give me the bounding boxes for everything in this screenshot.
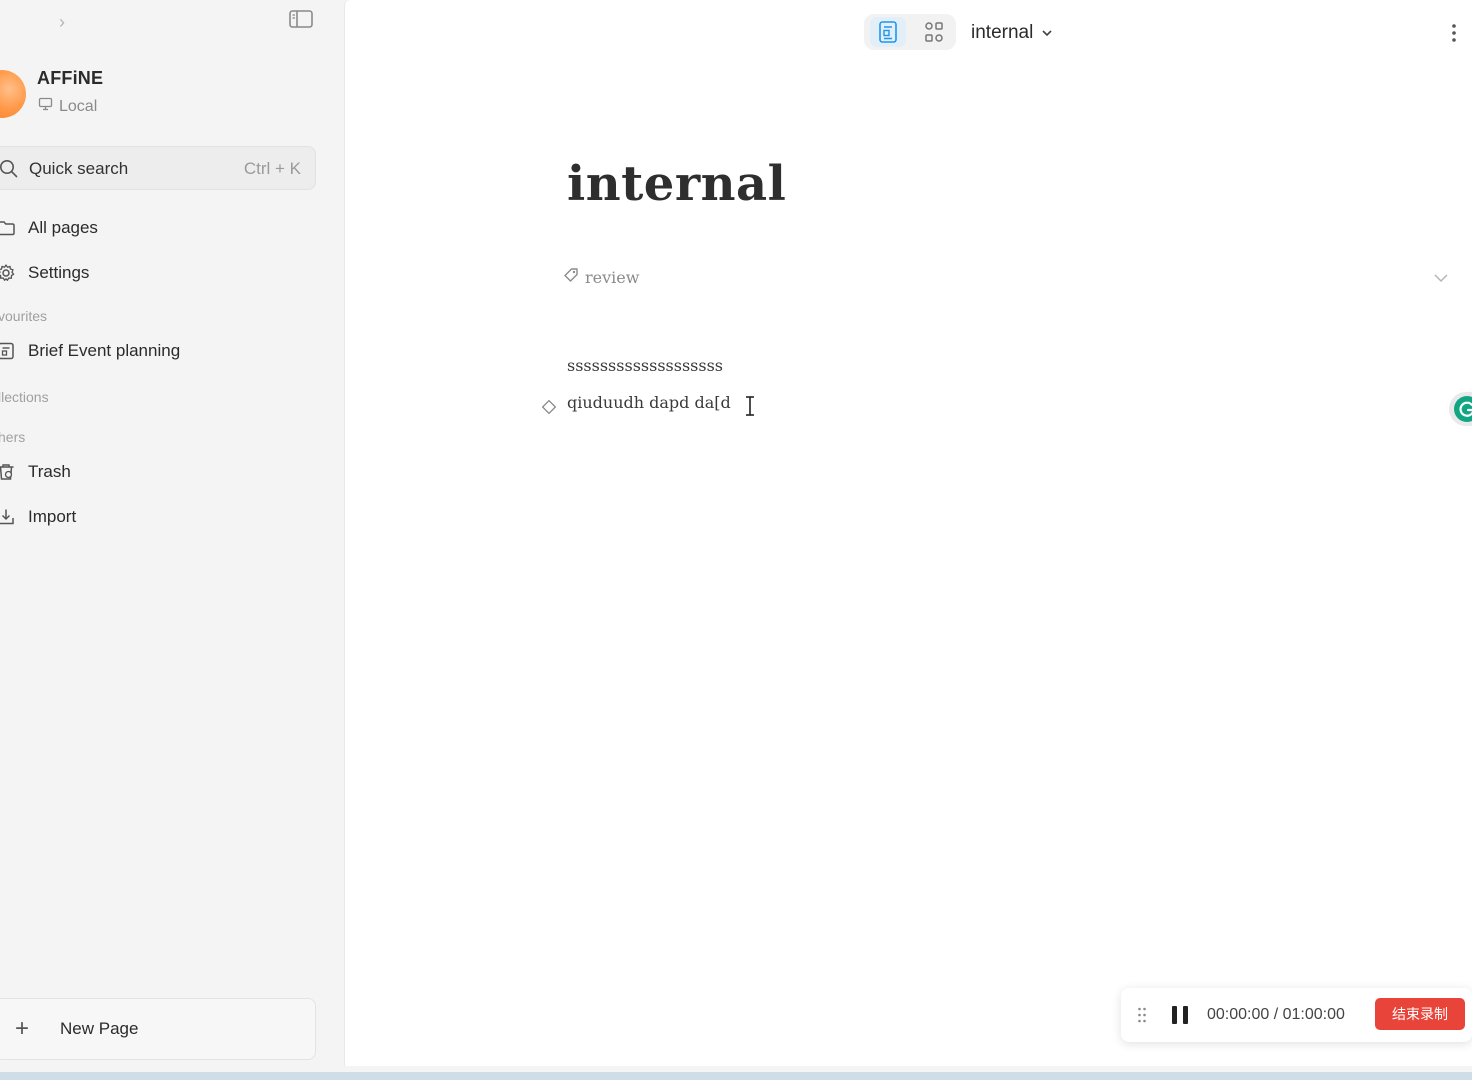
- recording-toolbar: 00:00:00 / 01:00:00 结束录制: [1121, 988, 1472, 1042]
- sidebar-item-brief-event-planning[interactable]: Brief Event planning: [0, 333, 320, 369]
- sidebar-topbar: ›: [0, 0, 344, 46]
- paragraph-block[interactable]: sssssssssssssssssss: [567, 356, 723, 375]
- block-drag-handle-icon[interactable]: [541, 399, 557, 415]
- sidebar-item-import[interactable]: Import: [0, 499, 320, 535]
- quick-search-button[interactable]: Quick search Ctrl + K: [0, 146, 316, 190]
- pause-icon[interactable]: [1170, 1004, 1190, 1026]
- page-mode-button[interactable]: [870, 17, 906, 47]
- workspace-storage: Local: [38, 97, 97, 116]
- sidebar-item-label: Brief Event planning: [28, 341, 181, 360]
- sidebar-item-label: Settings: [28, 263, 90, 282]
- page-icon: [0, 341, 16, 361]
- sidebar-toggle-icon[interactable]: [288, 8, 314, 30]
- paragraph-block[interactable]: qiuduudh dapd da[d: [567, 393, 731, 412]
- sidebar: › AFFiNE Local Quick search Ctrl + K All…: [0, 0, 344, 1072]
- forward-icon[interactable]: ›: [52, 12, 72, 32]
- plus-icon: +: [15, 1015, 30, 1042]
- sidebar-item-trash[interactable]: Trash: [0, 454, 320, 490]
- doc-title-menu[interactable]: internal: [971, 22, 1053, 44]
- stop-recording-button[interactable]: 结束录制: [1375, 998, 1465, 1030]
- tag-label: review: [585, 268, 640, 287]
- workspace-card[interactable]: AFFiNE Local: [0, 66, 320, 122]
- tag-icon: [563, 267, 579, 288]
- editor-mode-switch: [864, 14, 956, 50]
- drag-grip-icon[interactable]: [1137, 1006, 1147, 1024]
- import-icon: [0, 507, 16, 527]
- edgeless-mode-icon: [916, 22, 952, 51]
- grammarly-icon: [1454, 396, 1472, 422]
- workspace-storage-label: Local: [59, 97, 98, 115]
- quick-search-label: Quick search: [29, 159, 129, 178]
- workspace-name: AFFiNE: [37, 68, 104, 88]
- sidebar-item-label: All pages: [28, 218, 98, 237]
- expand-properties-icon[interactable]: [1433, 270, 1449, 286]
- doc-title-header: internal: [971, 22, 1034, 43]
- grammarly-widget[interactable]: [1449, 392, 1472, 426]
- workspace-avatar: [0, 70, 26, 118]
- text-cursor-icon: [743, 394, 757, 418]
- new-page-label: New Page: [60, 1019, 139, 1038]
- folder-icon: [0, 218, 16, 238]
- computer-icon: [38, 97, 53, 116]
- section-favourites[interactable]: vourites: [0, 308, 47, 324]
- sidebar-item-label: Trash: [28, 462, 71, 481]
- trash-icon: [0, 462, 16, 482]
- search-icon: [0, 159, 19, 184]
- quick-search-shortcut: Ctrl + K: [243, 159, 301, 178]
- editor-area: internal internal review sssssssssssssss…: [344, 0, 1472, 1066]
- sidebar-item-settings[interactable]: Settings: [0, 255, 320, 291]
- new-page-button[interactable]: + New Page: [0, 998, 316, 1060]
- more-options-icon[interactable]: [1445, 20, 1463, 46]
- edgeless-mode-button[interactable]: [916, 17, 952, 47]
- section-others[interactable]: hers: [0, 429, 25, 445]
- chevron-down-icon: [1041, 22, 1053, 44]
- gear-icon: [0, 263, 16, 283]
- tag-property[interactable]: review: [563, 267, 639, 288]
- recording-timer: 00:00:00 / 01:00:00: [1207, 1006, 1345, 1023]
- sidebar-item-label: Import: [28, 507, 77, 526]
- sidebar-item-all-pages[interactable]: All pages: [0, 210, 320, 246]
- section-collections[interactable]: llections: [0, 389, 49, 405]
- page-title[interactable]: internal: [567, 156, 786, 212]
- page-mode-icon: [870, 21, 906, 51]
- taskbar-edge: [0, 1072, 1472, 1080]
